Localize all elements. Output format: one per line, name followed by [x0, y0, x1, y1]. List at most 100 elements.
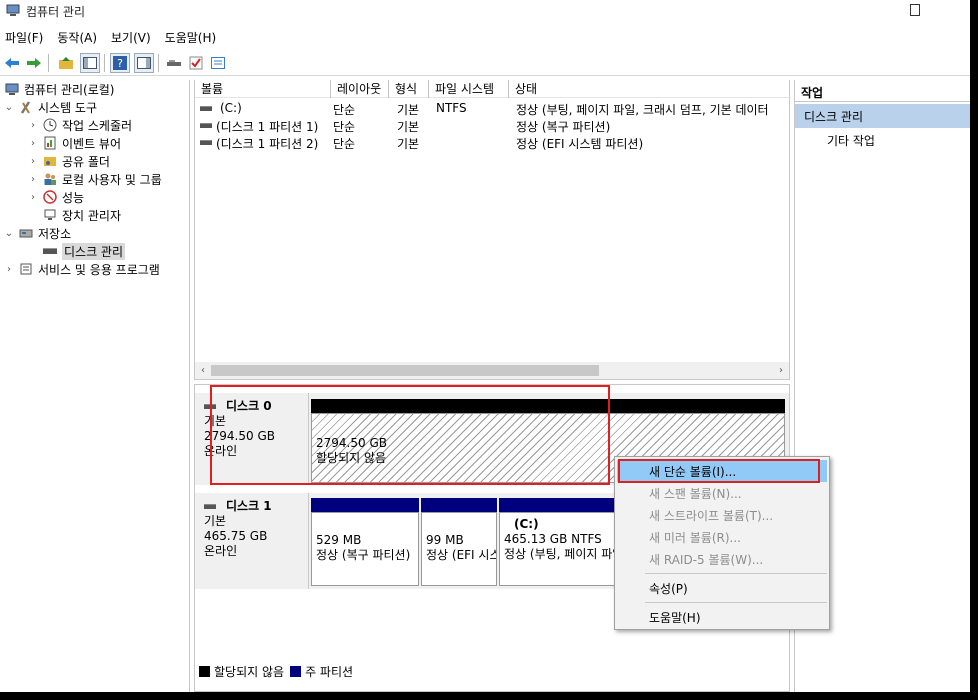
tree-item-disk-management[interactable]: 디스크 관리 — [42, 242, 126, 260]
partition-size: 529 MB — [316, 533, 362, 547]
performance-icon — [42, 189, 58, 205]
menu-item-new-mirrored-volume[interactable]: 새 미러 볼륨(R)... — [617, 526, 827, 548]
menu-item-new-simple-volume[interactable]: 새 단순 볼륨(I)... — [617, 460, 827, 482]
maximize-icon[interactable] — [910, 4, 920, 16]
tree-item-task-scheduler[interactable]: › 작업 스케줄러 — [28, 116, 132, 134]
tree-item-performance[interactable]: › 성능 — [28, 188, 84, 206]
menu-item-new-striped-volume[interactable]: 새 스트라이프 볼륨(T)... — [617, 504, 827, 526]
volume-list-header: 볼륨 레이아웃 형식 파일 시스템 상태 — [195, 80, 791, 98]
computer-management-icon — [6, 4, 20, 16]
menu-view[interactable]: 보기(V) — [104, 27, 158, 47]
disk-1-recovery-partition[interactable]: 529 MB 정상 (복구 파티션) — [311, 498, 419, 586]
legend-unallocated: 할당되지 않음 — [214, 664, 285, 679]
column-type[interactable]: 형식 — [389, 80, 429, 98]
navigation-tree: 컴퓨터 관리(로컬) ⌄ 시스템 도구 › 작업 스케줄러 › 이벤트 뷰어 › — [0, 80, 190, 692]
actions-more[interactable]: 기타 작업 — [827, 132, 875, 149]
partition-bar — [311, 498, 419, 512]
chevron-right-icon[interactable]: › — [28, 120, 38, 131]
disk-0-status: 온라인 — [204, 444, 238, 458]
toolbar: ? — [0, 50, 970, 76]
show-hide-tree-icon[interactable] — [80, 53, 100, 73]
tree-item-device-manager[interactable]: 장치 관리자 — [42, 206, 121, 224]
menu-item-new-spanned-volume[interactable]: 새 스팬 볼륨(N)... — [617, 482, 827, 504]
column-file-system[interactable]: 파일 시스템 — [429, 80, 509, 98]
tree-item-system-tools[interactable]: ⌄ 시스템 도구 — [4, 98, 97, 116]
title-bar: 컴퓨터 관리 — [0, 0, 970, 24]
chevron-right-icon[interactable]: › — [28, 192, 38, 203]
chevron-right-icon[interactable]: › — [28, 174, 38, 185]
disk-1-type: 기본 — [204, 514, 227, 528]
up-folder-icon[interactable] — [56, 53, 76, 73]
chevron-down-icon[interactable]: ⌄ — [4, 102, 14, 113]
tree-item-root[interactable]: 컴퓨터 관리(로컬) — [4, 80, 114, 98]
back-arrow-icon[interactable] — [2, 53, 22, 73]
unallocated-swatch — [199, 665, 210, 677]
users-icon — [42, 171, 58, 187]
disk-1-efi-partition[interactable]: 99 MB 정상 (EFI 시스템) — [421, 498, 497, 586]
menu-item-help[interactable]: 도움말(H) — [617, 606, 827, 628]
legend: 할당되지 않음 주 파티션 — [199, 662, 353, 680]
disk-icon — [200, 101, 216, 115]
disk-0-type: 기본 — [204, 414, 227, 428]
storage-icon — [18, 225, 34, 241]
menu-bar: 파일(F) 동작(A) 보기(V) 도움말(H) — [0, 27, 223, 47]
window-title: 컴퓨터 관리 — [26, 5, 86, 19]
check-icon[interactable] — [186, 53, 206, 73]
menu-file[interactable]: 파일(F) — [0, 27, 50, 47]
forward-arrow-icon[interactable] — [24, 53, 44, 73]
table-row[interactable]: (디스크 1 파티션 2) 단순 기본 정상 (EFI 시스템 파티션) — [195, 134, 791, 151]
horizontal-scrollbar[interactable]: ‹ › — [195, 362, 789, 379]
menu-help[interactable]: 도움말(H) — [158, 27, 224, 47]
menu-action[interactable]: 동작(A) — [50, 27, 104, 47]
disk-0-info[interactable]: 디스크 0 기본 2794.50 GB 온라인 — [195, 393, 309, 485]
actions-section-disk-management[interactable]: 디스크 관리 — [795, 104, 970, 128]
partition-status: 정상 (EFI 시스템) — [426, 548, 496, 562]
menu-separator — [645, 602, 827, 603]
disk-icon — [200, 135, 216, 149]
disk-1-name: 디스크 1 — [226, 499, 272, 513]
disk-icon — [200, 118, 216, 132]
volume-list: 볼륨 레이아웃 형식 파일 시스템 상태 (C:) 단순 기본 NTFS 정상 … — [194, 80, 791, 380]
computer-management-icon — [4, 81, 20, 97]
tree-item-services[interactable]: › 서비스 및 응용 프로그램 — [4, 260, 160, 278]
actions-title: 작업 — [795, 80, 970, 102]
tree-item-storage[interactable]: ⌄ 저장소 — [4, 224, 71, 242]
context-menu: 새 단순 볼륨(I)... 새 스팬 볼륨(N)... 새 스트라이프 볼륨(T… — [614, 456, 830, 630]
table-row[interactable]: (C:) 단순 기본 NTFS 정상 (부팅, 페이지 파일, 크래시 덤프, … — [195, 100, 791, 117]
scroll-right-icon[interactable]: › — [773, 362, 789, 379]
partition-status: 정상 (복구 파티션) — [316, 548, 411, 562]
tree-item-shared-folders[interactable]: › 공유 폴더 — [28, 152, 110, 170]
chevron-right-icon[interactable]: › — [28, 138, 38, 149]
column-status[interactable]: 상태 — [509, 80, 791, 98]
disk-1-info[interactable]: 디스크 1 기본 465.75 GB 온라인 — [195, 493, 309, 589]
column-volume[interactable]: 볼륨 — [195, 80, 331, 98]
device-manager-icon — [42, 207, 58, 223]
menu-item-properties[interactable]: 속성(P) — [617, 577, 827, 599]
partition-bar — [311, 399, 785, 413]
connect-icon[interactable] — [164, 53, 184, 73]
chevron-right-icon[interactable]: › — [4, 264, 14, 275]
column-layout[interactable]: 레이아웃 — [331, 80, 389, 98]
partition-size: 99 MB — [426, 533, 464, 547]
help-icon[interactable]: ? — [110, 53, 130, 73]
disk-1-status: 온라인 — [204, 544, 238, 558]
tree-item-event-viewer[interactable]: › 이벤트 뷰어 — [28, 134, 121, 152]
chevron-down-icon[interactable]: ⌄ — [4, 228, 14, 239]
scrollbar-thumb[interactable] — [211, 365, 599, 376]
tree-item-local-users[interactable]: › 로컬 사용자 및 그룹 — [28, 170, 162, 188]
chevron-right-icon[interactable]: › — [28, 156, 38, 167]
table-row[interactable]: (디스크 1 파티션 1) 단순 기본 정상 (복구 파티션) — [195, 117, 791, 134]
disk-0-name: 디스크 0 — [226, 399, 272, 413]
scroll-left-icon[interactable]: ‹ — [195, 362, 211, 379]
properties-list-icon[interactable] — [208, 53, 228, 73]
disk-1-size: 465.75 GB — [204, 529, 268, 543]
legend-primary: 주 파티션 — [305, 664, 354, 679]
action-pane-icon[interactable] — [134, 53, 154, 73]
menu-item-new-raid5-volume[interactable]: 새 RAID-5 볼륨(W)... — [617, 548, 827, 570]
disk-icon — [204, 399, 220, 414]
svg-text:?: ? — [117, 57, 123, 70]
computer-management-window: 컴퓨터 관리 파일(F) 동작(A) 보기(V) 도움말(H) ? 컴퓨터 관리… — [0, 0, 970, 692]
tools-icon — [18, 99, 34, 115]
disk-icon — [204, 499, 220, 514]
partition-bar — [421, 498, 497, 512]
